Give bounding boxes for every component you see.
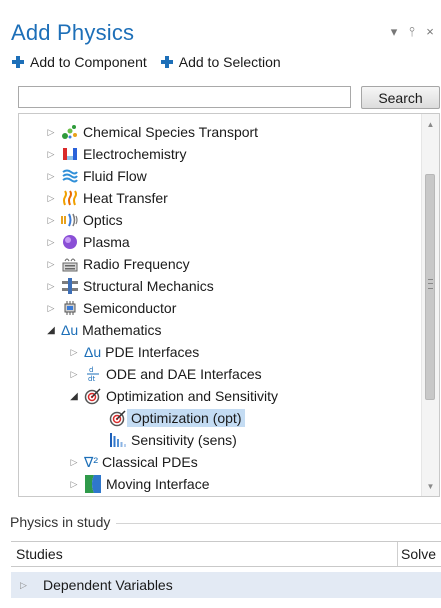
ode-dae-icon: d dt <box>84 365 102 383</box>
tree-item-optimization-opt[interactable]: Optimization (opt) <box>105 407 246 429</box>
pde-interfaces-icon: Δu <box>84 344 102 360</box>
chevron-right-icon[interactable]: ▷ <box>45 171 57 182</box>
tree-item-moving-interface[interactable]: ▷ Moving Interface <box>68 473 210 495</box>
optimization-icon <box>109 409 127 427</box>
scroll-up-icon[interactable]: ▲ <box>422 116 439 132</box>
plus-icon <box>160 56 173 68</box>
add-to-component-button[interactable]: Add to Component <box>12 54 147 70</box>
tree-item-label: ODE and DAE Interfaces <box>106 366 262 382</box>
svg-text:d: d <box>89 366 93 374</box>
tree-item-semiconductor[interactable]: ▷ Semiconductor <box>45 297 177 319</box>
column-header-studies[interactable]: Studies <box>16 546 63 562</box>
chevron-right-icon[interactable]: ▷ <box>68 479 80 490</box>
optics-icon <box>61 211 79 229</box>
chevron-down-icon[interactable]: ▾ <box>389 24 399 40</box>
tree-item-pde-interfaces[interactable]: ▷ Δu PDE Interfaces <box>68 341 200 363</box>
tree-item-label: Optimization and Sensitivity <box>106 388 278 404</box>
tree-item-classical-pdes[interactable]: ▷ ∇² Classical PDEs <box>68 451 198 473</box>
add-to-selection-label: Add to Selection <box>178 54 281 70</box>
fluid-flow-icon <box>61 167 79 185</box>
sensitivity-icon <box>109 431 127 449</box>
scroll-down-icon[interactable]: ▼ <box>422 478 439 494</box>
search-input[interactable] <box>18 86 351 108</box>
tree-item-label: Optics <box>83 212 123 228</box>
tree-scrollbar[interactable]: ▲ ▼ <box>421 114 439 496</box>
chevron-right-icon[interactable]: ▷ <box>68 457 80 468</box>
semiconductor-icon <box>61 299 79 317</box>
tree-item-label: Plasma <box>83 234 130 250</box>
classical-pdes-icon: ∇² <box>84 453 99 470</box>
toolbar: Add to Component Add to Selection <box>12 54 281 70</box>
tree-item-chemical-species-transport[interactable]: ▷ Chemical Species Transport <box>45 121 259 143</box>
add-to-component-label: Add to Component <box>30 54 147 70</box>
chevron-down-icon[interactable]: ◢ <box>45 325 57 336</box>
chevron-right-icon[interactable]: ▷ <box>45 281 57 292</box>
tree-item-label: Electrochemistry <box>83 146 187 162</box>
chevron-right-icon[interactable]: ▷ <box>45 215 57 226</box>
studies-table-header: Studies Solve <box>11 541 441 567</box>
tree-item-label: Structural Mechanics <box>83 278 214 294</box>
chemical-species-icon <box>61 123 79 141</box>
structural-mechanics-icon <box>61 277 79 295</box>
tree-item-optics[interactable]: ▷ Optics <box>45 209 123 231</box>
tree-item-fluid-flow[interactable]: ▷ Fluid Flow <box>45 165 147 187</box>
chevron-right-icon[interactable]: ▷ <box>45 237 57 248</box>
add-to-selection-button[interactable]: Add to Selection <box>160 54 281 70</box>
tree-item-electrochemistry[interactable]: ▷ Electrochemistry <box>45 143 187 165</box>
chevron-right-icon[interactable]: ▷ <box>45 149 57 160</box>
close-icon[interactable]: × <box>425 24 435 40</box>
tree-item-label: Heat Transfer <box>83 190 168 206</box>
pin-icon[interactable]: ⫯ <box>407 24 417 40</box>
chevron-right-icon[interactable]: ▷ <box>20 580 32 591</box>
tree-item-label: Moving Interface <box>106 476 210 492</box>
tree-item-label: Sensitivity (sens) <box>131 432 237 448</box>
tree-item-label: Semiconductor <box>83 300 177 316</box>
tree-item-label: PDE Interfaces <box>105 344 200 360</box>
optimization-icon <box>84 387 102 405</box>
chevron-right-icon[interactable]: ▷ <box>68 369 80 380</box>
radio-frequency-icon <box>61 255 79 273</box>
tree-item-label: Classical PDEs <box>102 454 198 470</box>
grip-icon <box>428 279 433 289</box>
physics-tree: ▷ Chemical Species Transport ▷ Electroch… <box>18 113 440 497</box>
chevron-right-icon[interactable]: ▷ <box>68 347 80 358</box>
tree-item-optimization-and-sensitivity[interactable]: ◢ Optimization and Sensitivity <box>68 385 278 407</box>
plus-icon <box>12 56 24 68</box>
column-header-solve[interactable]: Solve <box>401 546 436 562</box>
svg-text:dt: dt <box>88 375 95 383</box>
tree-item-label: Mathematics <box>82 322 162 338</box>
chevron-down-icon[interactable]: ◢ <box>68 391 80 402</box>
window-controls: ▾ ⫯ × <box>389 24 435 40</box>
moving-interface-icon <box>84 475 102 493</box>
dependent-variables-row[interactable]: ▷ Dependent Variables <box>11 572 441 598</box>
chevron-right-icon[interactable]: ▷ <box>45 193 57 204</box>
chevron-right-icon[interactable]: ▷ <box>45 127 57 138</box>
tree-item-label: Optimization (opt) <box>127 409 246 427</box>
electrochemistry-icon <box>61 145 79 163</box>
tree-item-mathematics[interactable]: ◢ Δu Mathematics <box>45 319 162 341</box>
panel-title: Add Physics <box>11 20 135 45</box>
tree-item-label: Radio Frequency <box>83 256 190 272</box>
chevron-right-icon[interactable]: ▷ <box>45 303 57 314</box>
tree-item-label: Chemical Species Transport <box>83 124 259 140</box>
mathematics-icon: Δu <box>61 322 79 338</box>
tree-item-label: Fluid Flow <box>83 168 147 184</box>
dependent-variables-label: Dependent Variables <box>43 577 173 593</box>
physics-in-study-label: Physics in study <box>10 514 117 530</box>
search-button[interactable]: Search <box>361 86 440 109</box>
tree-item-structural-mechanics[interactable]: ▷ Structural Mechanics <box>45 275 214 297</box>
column-divider[interactable] <box>397 542 398 566</box>
heat-transfer-icon <box>61 189 79 207</box>
tree-item-heat-transfer[interactable]: ▷ Heat Transfer <box>45 187 168 209</box>
plasma-icon <box>61 233 79 251</box>
chevron-right-icon[interactable]: ▷ <box>45 259 57 270</box>
tree-item-plasma[interactable]: ▷ Plasma <box>45 231 130 253</box>
tree-item-sensitivity-sens[interactable]: Sensitivity (sens) <box>105 429 237 451</box>
scrollbar-thumb[interactable] <box>425 174 435 400</box>
tree-item-ode-dae-interfaces[interactable]: ▷ d dt ODE and DAE Interfaces <box>68 363 262 385</box>
tree-item-radio-frequency[interactable]: ▷ Radio Frequency <box>45 253 190 275</box>
